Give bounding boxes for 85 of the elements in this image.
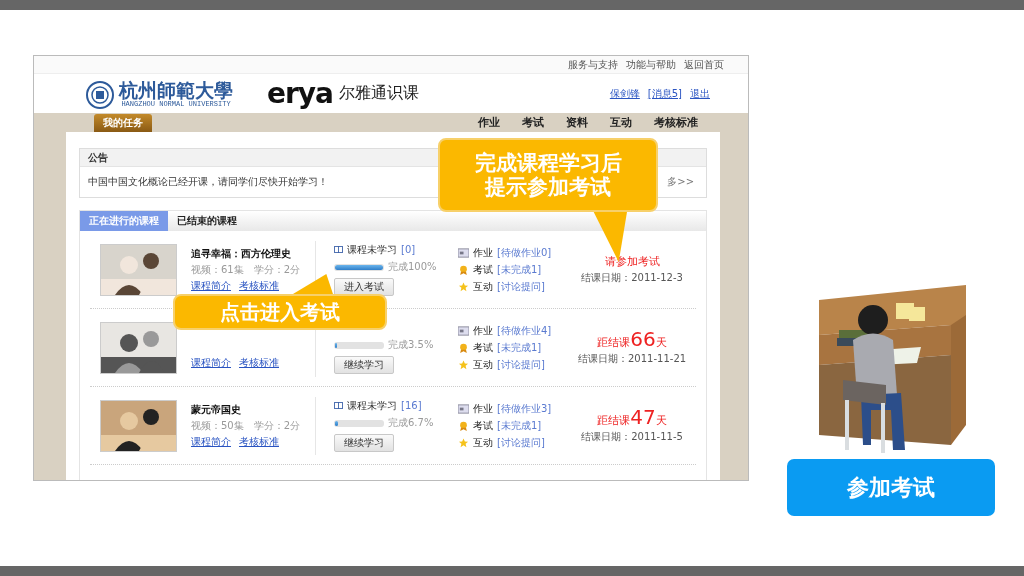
course-button[interactable]: 继续学习 <box>334 434 394 452</box>
callout-text: 点击进入考试 <box>220 300 340 324</box>
course-title[interactable]: 蒙元帝国史 <box>191 402 309 417</box>
task-label: 考试 <box>473 340 493 355</box>
task-link[interactable]: [待做作业3] <box>497 401 552 416</box>
progress-count[interactable]: [0] <box>401 244 416 255</box>
nav-link[interactable]: 互动 <box>610 115 632 130</box>
medal-icon <box>458 342 469 353</box>
countdown-unit: 天 <box>655 335 667 350</box>
task-label: 考试 <box>473 418 493 433</box>
countdown-number: 66 <box>630 329 656 349</box>
progress-label: 课程未学习 <box>347 242 397 257</box>
user-link[interactable]: [消息5] <box>647 86 682 101</box>
end-date: 结课日期：2011-11-5 <box>581 430 683 444</box>
document-icon <box>458 403 469 414</box>
nav-link[interactable]: 资料 <box>566 115 588 130</box>
medal-icon <box>458 264 469 275</box>
star-icon <box>458 437 469 448</box>
course-title[interactable]: 追寻幸福：西方伦理史 <box>191 246 309 261</box>
task-link[interactable]: [讨论提问] <box>497 279 545 294</box>
task-label: 作业 <box>473 401 493 416</box>
progress-bar <box>334 263 384 271</box>
document-icon <box>458 247 469 258</box>
progress-label: 课程未学习 <box>347 398 397 413</box>
brand-name: 尔雅通识课 <box>338 83 419 104</box>
task-label: 作业 <box>473 323 493 338</box>
course-button[interactable]: 进入考试 <box>334 278 394 296</box>
task-label: 考试 <box>473 262 493 277</box>
book-icon <box>334 246 343 253</box>
task-link[interactable]: [未完成1] <box>497 340 542 355</box>
nav-link[interactable]: 考试 <box>522 115 544 130</box>
course-link[interactable]: 考核标准 <box>239 278 279 293</box>
callout-text: 完成课程学习后 <box>474 150 622 175</box>
my-tasks-tab[interactable]: 我的任务 <box>94 114 152 132</box>
notice-text: 中国中国文化概论已经开课，请同学们尽快开始学习！ <box>88 175 328 189</box>
user-link[interactable]: 保剑锋 <box>609 86 640 101</box>
task-label: 互动 <box>473 279 493 294</box>
task-link[interactable]: [待做作业4] <box>497 323 552 338</box>
course-link[interactable]: 考核标准 <box>239 355 279 370</box>
task-link[interactable]: [未完成1] <box>497 418 542 433</box>
school-name: 杭州師範大學 <box>119 81 233 100</box>
task-label: 互动 <box>473 435 493 450</box>
course-link[interactable]: 课程简介 <box>191 355 231 370</box>
end-date: 结课日期：2011-12-3 <box>581 271 683 285</box>
course-meta: 视频：61集 学分：2分 <box>191 262 302 277</box>
task-link[interactable]: [讨论提问] <box>497 435 545 450</box>
countdown-number: 47 <box>630 407 656 427</box>
task-label: 作业 <box>473 245 493 260</box>
task-link[interactable]: [讨论提问] <box>497 357 545 372</box>
countdown-label: 距结课 <box>597 336 631 350</box>
notice-title: 公告 <box>88 150 108 165</box>
progress-bar <box>334 341 384 349</box>
task-link[interactable]: [未完成1] <box>497 262 542 277</box>
star-icon <box>458 281 469 292</box>
progress-bar <box>334 419 384 427</box>
star-icon <box>458 359 469 370</box>
course-button[interactable]: 继续学习 <box>334 356 394 374</box>
countdown-label: 距结课 <box>597 414 631 428</box>
top-link[interactable]: 功能与帮助 <box>626 57 676 72</box>
course-tab[interactable]: 已结束的课程 <box>168 211 246 231</box>
course-link[interactable]: 课程简介 <box>191 434 231 449</box>
nav-link[interactable]: 考核标准 <box>654 115 698 130</box>
progress-percent: 完成3.5% <box>388 338 434 352</box>
top-link[interactable]: 返回首页 <box>684 57 724 72</box>
end-date: 结课日期：2011-11-21 <box>578 352 687 366</box>
emblem-icon <box>85 79 115 110</box>
exam-prompt: 请参加考试 <box>604 254 660 269</box>
course-link[interactable]: 考核标准 <box>239 434 279 449</box>
nav-link[interactable]: 作业 <box>478 115 500 130</box>
task-link[interactable]: [待做作业0] <box>497 245 552 260</box>
book-icon <box>334 402 343 409</box>
more-link[interactable]: 多>> <box>667 175 695 189</box>
progress-percent: 完成6.7% <box>388 416 434 430</box>
progress-count[interactable]: [16] <box>401 400 422 411</box>
course-link[interactable]: 课程简介 <box>191 278 231 293</box>
callout-text: 提示参加考试 <box>485 175 611 200</box>
countdown-unit: 天 <box>655 413 667 428</box>
course-meta: 视频：50集 学分：2分 <box>191 418 302 433</box>
medal-icon <box>458 420 469 431</box>
document-icon <box>458 325 469 336</box>
top-link[interactable]: 服务与支持 <box>568 57 618 72</box>
progress-percent: 完成100% <box>388 260 437 274</box>
user-link[interactable]: 退出 <box>690 86 710 101</box>
brand-logo: erya <box>267 79 333 108</box>
task-label: 互动 <box>473 357 493 372</box>
